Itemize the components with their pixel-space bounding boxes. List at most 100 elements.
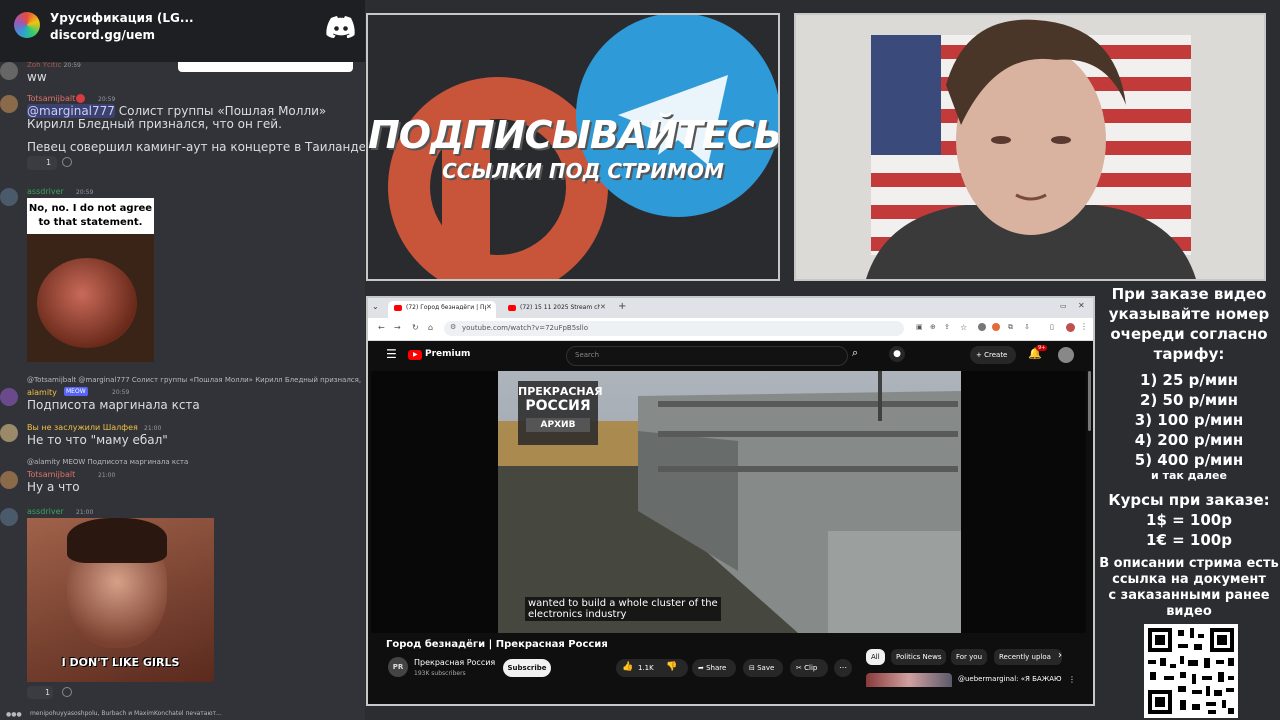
timestamp: 20:59 xyxy=(76,189,94,196)
avatar[interactable] xyxy=(0,424,18,442)
extension-icon[interactable] xyxy=(978,323,986,331)
share-button[interactable]: ➦ Share xyxy=(692,659,736,677)
timestamp: 20:59 xyxy=(98,96,116,103)
webcam-panel xyxy=(794,13,1266,281)
youtube-brand[interactable]: Premium xyxy=(425,349,470,359)
description-note: видео xyxy=(1166,604,1212,619)
chevron-down-icon[interactable]: ⌄ xyxy=(372,302,379,311)
add-reaction-icon[interactable] xyxy=(62,157,72,167)
share-page-icon[interactable]: ⇪ xyxy=(944,323,950,331)
cast-icon[interactable]: ▣ xyxy=(916,323,923,331)
avatar[interactable] xyxy=(0,62,18,80)
clip-button[interactable]: ✂ Clip xyxy=(790,659,828,677)
chip-recently-uploaded[interactable]: Recently uploa xyxy=(994,649,1062,665)
timestamp: 20:59 xyxy=(112,389,130,396)
discord-icon xyxy=(326,16,355,38)
message-text: Кирилл Бледный признался, что он гей. xyxy=(27,117,282,131)
zoom-icon[interactable]: ⊕ xyxy=(930,323,936,331)
scissors-icon: ✂ xyxy=(796,664,802,672)
microphone-icon[interactable]: ● xyxy=(889,346,905,362)
tab-active[interactable]: (72) Город безнадёги | Прекрас ✕ xyxy=(388,301,496,318)
username[interactable]: assdriver xyxy=(27,187,64,196)
subscribe-button[interactable]: Subscribe xyxy=(503,659,551,677)
username[interactable]: Вы не заслужили Шалфея xyxy=(27,423,138,432)
extensions-puzzle-icon[interactable]: ⧉ xyxy=(1008,323,1013,332)
dislike-icon[interactable]: 👎 xyxy=(666,662,677,672)
chip-for-you[interactable]: For you xyxy=(951,649,988,665)
search-input[interactable]: Search xyxy=(566,346,848,366)
role-badge: MEOW xyxy=(64,387,88,396)
avatar[interactable] xyxy=(0,471,18,489)
window-close-icon[interactable]: ✕ xyxy=(1078,301,1085,310)
tab-inactive[interactable]: (72) 15 11 2025 Stream ch ✕ xyxy=(502,301,610,318)
bookmark-star-icon[interactable]: ☆ xyxy=(960,323,967,332)
meme-image[interactable]: No, no. I do not agree to that statement… xyxy=(27,198,154,362)
extension-icon[interactable] xyxy=(992,323,1000,331)
close-icon[interactable]: ✕ xyxy=(600,303,606,311)
username[interactable]: alamity xyxy=(27,388,57,397)
home-icon[interactable]: ⌂ xyxy=(428,323,433,332)
scrollbar-thumb[interactable] xyxy=(1088,371,1091,431)
create-button[interactable]: + Create xyxy=(970,346,1016,364)
minimize-icon[interactable]: ▭ xyxy=(1060,302,1067,310)
username[interactable]: assdriver xyxy=(27,507,64,516)
like-icon[interactable]: 👍 xyxy=(622,662,633,672)
tariff-item: 2) 50 р/мин xyxy=(1140,391,1238,409)
video-player[interactable]: ПРЕКРАСНАЯ РОССИЯ АРХИВ wanted to build … xyxy=(371,371,1086,633)
rates-title: Курсы при заказе: xyxy=(1108,491,1270,509)
channel-name[interactable]: Прекрасная Россия xyxy=(414,658,495,667)
meme-face xyxy=(37,258,137,348)
youtube-favicon-icon xyxy=(508,305,516,311)
reply-preview[interactable]: @alamity MEOW Подписота маргинала кста xyxy=(27,458,188,466)
avatar[interactable] xyxy=(0,508,18,526)
download-icon[interactable]: ⇩ xyxy=(1024,323,1030,331)
description-note: ссылка на документ xyxy=(1112,572,1266,587)
more-actions-icon[interactable]: ⋯ xyxy=(834,659,852,677)
mention[interactable]: @marginal777 xyxy=(27,104,115,118)
chevron-right-icon[interactable]: › xyxy=(1058,650,1062,661)
status-badge xyxy=(76,94,85,103)
username[interactable]: Totsamijbalt xyxy=(27,94,75,103)
new-tab-icon[interactable]: + xyxy=(618,301,626,312)
address-bar[interactable]: ⚙ youtube.com/watch?v=72uFpB5sllo xyxy=(444,321,904,336)
server-icon[interactable] xyxy=(14,12,40,38)
notification-count-badge: 9+ xyxy=(1036,345,1048,351)
username-fragment: Zoh Ycitic 20:59 xyxy=(27,61,81,69)
sidebar-icon[interactable]: ▯ xyxy=(1050,323,1054,331)
url-text[interactable]: youtube.com/watch?v=72uFpB5sllo xyxy=(462,324,588,332)
search-icon[interactable]: ⌕ xyxy=(852,346,858,360)
reaction[interactable] xyxy=(27,156,57,170)
reload-icon[interactable]: ↻ xyxy=(412,323,419,332)
back-icon[interactable]: ← xyxy=(378,323,385,332)
reply-preview[interactable]: @Totsamijbalt @marginal777 Солист группы… xyxy=(27,376,363,384)
tariff-item: 5) 400 р/мин xyxy=(1134,451,1244,469)
account-avatar[interactable] xyxy=(1058,347,1074,363)
site-info-icon[interactable]: ⚙ xyxy=(450,323,456,331)
save-button[interactable]: ⊟ Save xyxy=(743,659,783,677)
info-line: очереди согласно xyxy=(1110,325,1268,343)
invite-link[interactable]: discord.gg/uem xyxy=(50,28,155,42)
recommended-thumbnail[interactable] xyxy=(866,673,952,687)
plus-icon: + xyxy=(976,351,982,359)
video-subtitles: wanted to build a whole cluster of the e… xyxy=(525,597,721,621)
menu-dots-icon[interactable]: ⋮ xyxy=(1080,322,1088,331)
close-icon[interactable]: ✕ xyxy=(486,303,492,311)
recommended-title[interactable]: @uebermarginal: «Я БАЖАЮ xyxy=(958,675,1062,683)
recommended-menu-icon[interactable]: ⋮ xyxy=(1068,675,1076,684)
bookmark-icon: ⊟ xyxy=(749,664,755,672)
username[interactable]: Totsamijbalt xyxy=(27,470,75,479)
avatar[interactable] xyxy=(0,188,18,206)
meme-image[interactable]: I DON'T LIKE GIRLS xyxy=(27,518,214,682)
add-reaction-icon[interactable] xyxy=(62,687,72,697)
chip-politics-news[interactable]: Politics News xyxy=(891,649,947,665)
chip-all[interactable]: All xyxy=(866,649,885,665)
hamburger-menu-icon[interactable]: ☰ xyxy=(386,347,397,361)
avatar[interactable] xyxy=(0,95,18,113)
timestamp: 21:00 xyxy=(98,472,116,479)
server-name[interactable]: Урусификация (LG... xyxy=(50,11,194,25)
profile-avatar[interactable] xyxy=(1066,323,1075,332)
forward-icon[interactable]: → xyxy=(394,323,401,332)
channel-avatar[interactable]: PR xyxy=(388,657,408,677)
reaction-count: 1 xyxy=(45,688,51,697)
avatar[interactable] xyxy=(0,388,18,406)
